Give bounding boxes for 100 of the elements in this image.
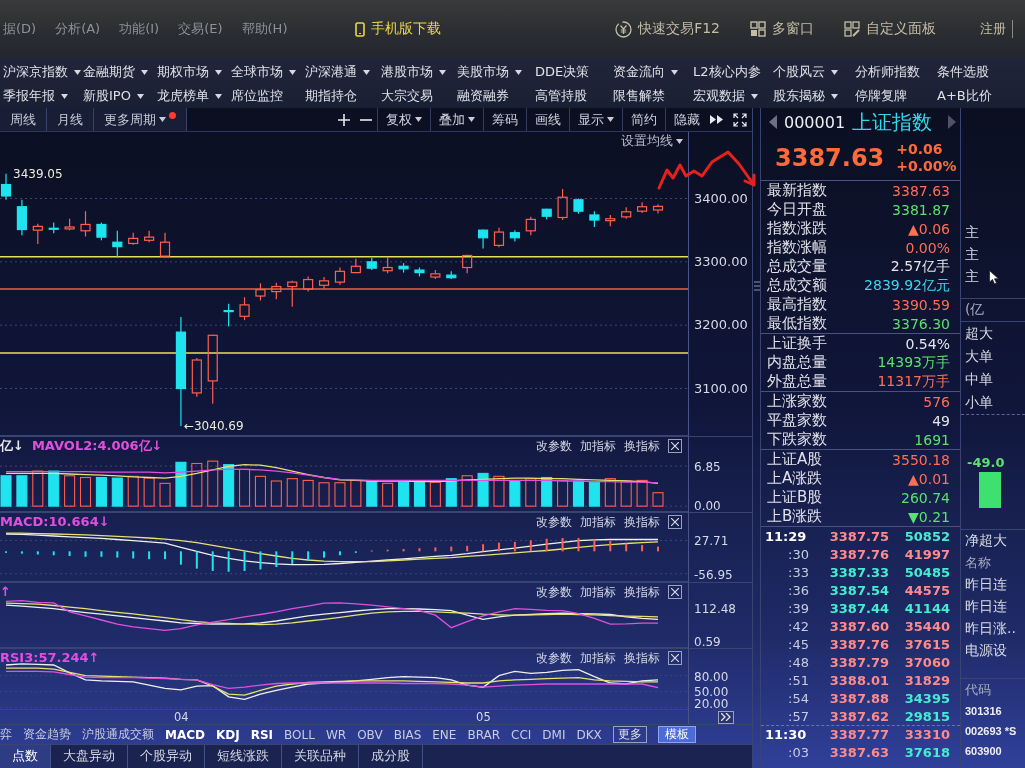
tick-time: :33 [787,564,809,580]
indicator-tab[interactable]: ENE [432,727,457,742]
axis-label: 27.71 [694,534,729,549]
nav-link[interactable]: 资金流向 [610,60,690,84]
indicator-tab[interactable]: BOLL [284,727,315,742]
pane-button[interactable]: 换指标 [624,514,660,529]
pane-button[interactable]: 改参数 [536,514,572,529]
bottom-tab[interactable]: 个股异动 [128,745,205,768]
indicator-tab[interactable]: OBV [357,727,383,742]
indicator-tab[interactable]: MACD [165,727,205,742]
ma-settings-button[interactable]: 设置均线 [621,133,683,150]
period-tab[interactable]: 月线 [47,108,94,131]
nav-link[interactable]: 新股IPO [80,84,154,108]
pane-button[interactable]: 加指标 [580,584,616,599]
nav-link[interactable]: 分析师指数 [852,60,934,84]
close-button[interactable] [668,650,682,665]
tick-price: 3387.76 [828,636,889,652]
bottom-tab[interactable]: 关联品种 [282,745,359,768]
mobile-download-link[interactable]: 手机版下载 [355,20,441,38]
template-button[interactable]: 模板 [657,726,696,743]
bottom-tab[interactable]: 短线涨跌 [205,745,282,768]
nav-link[interactable]: L2核心内参 [690,60,770,84]
pane-button[interactable]: 改参数 [536,438,572,453]
nav-link[interactable]: 全球市场 [228,60,302,84]
nav-link[interactable]: 大宗交易 [378,84,454,108]
toolbar-button[interactable]: 简约 [622,108,665,131]
tick-volume: 33310 [903,727,950,742]
nav-link[interactable]: 港股市场 [378,60,454,84]
indicator-tab[interactable]: CCI [511,727,532,742]
indicator-tab[interactable]: BRAR [467,727,501,742]
pane-button[interactable]: 改参数 [536,584,572,599]
nav-link[interactable]: 龙虎榜单 [154,84,228,108]
close-button[interactable] [668,584,682,599]
pane-button[interactable]: 加指标 [580,438,616,453]
bottom-tab[interactable]: 大盘异动 [51,745,128,768]
close-button[interactable] [668,514,682,529]
nav-link[interactable]: 金融期货 [80,60,154,84]
nav-link[interactable]: 沪深京指数 [0,60,80,84]
menu-item[interactable]: 分析(A) [55,20,101,38]
period-tab[interactable]: 更多周期 [94,108,187,131]
nav-link[interactable]: 股东揭秘 [770,84,852,108]
indicator-tab[interactable]: DKX [576,727,602,742]
nav-link[interactable]: 席位监控 [228,84,302,108]
nav-link[interactable]: 限售解禁 [610,84,690,108]
candle [398,262,409,274]
left-triangle-icon[interactable] [769,115,777,129]
toolbar-link[interactable]: 自定义面板 [844,20,936,38]
nav-link[interactable]: A+B比价 [934,84,1025,108]
pane-button[interactable]: 改参数 [536,650,572,665]
pane-button[interactable]: 换指标 [624,584,660,599]
toolbar-link[interactable]: 快速交易F12 [615,20,720,38]
pane-button[interactable]: 加指标 [580,650,616,665]
indicator-tab[interactable]: 资金趋势 [23,726,71,743]
period-tab[interactable]: 周线 [0,108,47,131]
indicator-tab[interactable]: WR [325,727,347,742]
indicator-tab[interactable]: RSI [250,727,274,742]
candle [16,199,27,236]
menu-item[interactable]: 帮助(H) [241,20,288,38]
grip-icon[interactable] [753,280,760,292]
nav-link[interactable]: 沪深港通 [302,60,378,84]
scroll-right-button[interactable] [718,710,734,724]
nav-link[interactable]: 期权市场 [154,60,228,84]
candle [207,334,218,405]
tick-time: 11:30 [765,727,808,742]
nav-link[interactable]: 宏观数据 [690,84,770,108]
pane-button[interactable]: 换指标 [624,650,660,665]
tick-price: 3387.76 [828,546,889,562]
nav-link[interactable]: 融资融券 [454,84,532,108]
bottom-tab[interactable]: 点数 [0,745,51,768]
nav-link[interactable]: 停牌复牌 [852,84,934,108]
pane-button[interactable]: 加指标 [580,514,616,529]
indicator-tab[interactable]: 弈 [0,726,12,743]
toolbar-button[interactable]: 隐藏 [665,108,708,131]
nav-link[interactable]: 期指持仓 [302,84,378,108]
close-button[interactable] [668,438,682,453]
indicator-tab[interactable]: BIAS [393,727,422,742]
menu-item[interactable]: 功能(I) [119,20,160,38]
nav-link[interactable]: 美股市场 [454,60,532,84]
nav-link[interactable]: DDE决策 [532,60,610,84]
right-triangle-icon[interactable] [948,115,956,129]
toolbar-button[interactable]: 画线 [526,108,569,131]
toolbar-link[interactable]: 多窗口 [750,20,814,38]
toolbar-button[interactable]: 筹码 [483,108,526,131]
nav-link[interactable]: 条件选股 [934,60,1025,84]
menu-item[interactable]: 据(D) [3,20,37,38]
register-link[interactable]: 注册 [980,20,1013,38]
indicator-tab[interactable]: 沪股通成交额 [82,726,154,743]
indicator-tab[interactable]: KDJ [216,727,240,742]
toolbar-button[interactable]: 复权 [377,108,430,131]
toolbar-button[interactable]: 显示 [569,108,622,131]
candle [96,221,107,241]
toolbar-button[interactable]: 叠加 [430,108,483,131]
more-button[interactable]: 更多 [612,726,647,743]
menu-item[interactable]: 交易(E) [178,20,223,38]
nav-link[interactable]: 个股风云 [770,60,852,84]
nav-link[interactable]: 高管持股 [532,84,610,108]
bottom-tab[interactable]: 成分股 [359,745,423,768]
nav-link[interactable]: 季报年报 [0,84,80,108]
indicator-tab[interactable]: DMI [542,727,566,742]
pane-button[interactable]: 换指标 [624,438,660,453]
